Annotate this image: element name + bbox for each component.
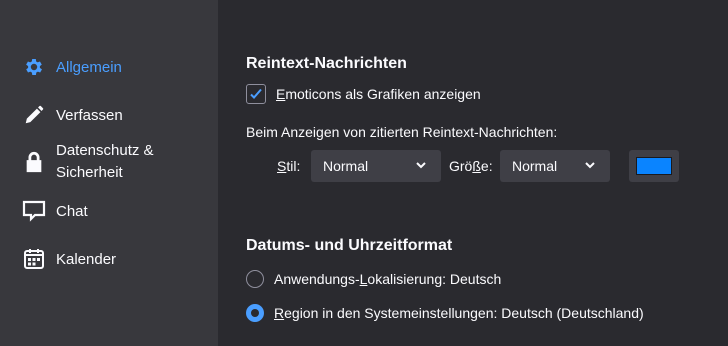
style-label: Stil:: [277, 158, 301, 174]
sidebar-item-label: Allgemein: [56, 58, 122, 76]
size-label: Größe:: [449, 158, 493, 174]
sidebar-item-calendar[interactable]: Kalender: [22, 247, 116, 271]
check-icon: [250, 88, 262, 99]
chevron-down-icon: [416, 162, 426, 169]
sidebar-item-compose[interactable]: Verfassen: [22, 103, 123, 127]
pencil-icon: [22, 103, 46, 127]
section-title-datetime: Datums- und Uhrzeitformat: [246, 237, 453, 254]
calendar-icon: [22, 247, 46, 271]
size-select[interactable]: Normal: [500, 150, 610, 182]
sidebar-item-label: Kalender: [56, 250, 117, 268]
style-select[interactable]: Normal: [311, 150, 441, 182]
main-content: Reintext-Nachrichten Emoticons als Grafi…: [218, 0, 728, 346]
sidebar-item-privacy[interactable]: Datenschutz & Sicherheit: [22, 140, 154, 184]
section-title-plaintext: Reintext-Nachrichten: [246, 55, 407, 72]
locale-region-label: Region in den Systemeinstellungen: Deuts…: [274, 305, 644, 321]
sidebar-item-chat[interactable]: Chat: [22, 199, 88, 223]
color-swatch: [636, 157, 672, 175]
chevron-down-icon: [585, 162, 595, 169]
sidebar: Allgemein Verfassen Datenschutz & Sicher…: [0, 0, 218, 346]
size-select-value: Normal: [512, 158, 558, 174]
gear-icon: [22, 55, 46, 79]
locale-region-option[interactable]: Region in den Systemeinstellungen: Deuts…: [246, 304, 644, 322]
quoted-messages-label: Beim Anzeigen von zitierten Reintext-Nac…: [246, 124, 558, 140]
emoticons-checkbox[interactable]: [246, 84, 266, 104]
sidebar-item-label-2: Sicherheit: [56, 164, 123, 181]
sidebar-item-label: Datenschutz &: [56, 142, 154, 159]
locale-region-radio[interactable]: [246, 304, 264, 322]
locale-app-radio[interactable]: [246, 270, 264, 288]
locale-app-option[interactable]: Anwendungs-Lokalisierung: Deutsch: [246, 270, 501, 288]
quote-color-button[interactable]: [629, 150, 679, 182]
locale-app-label: Anwendungs-Lokalisierung: Deutsch: [274, 271, 502, 287]
emoticons-option[interactable]: Emoticons als Grafiken anzeigen: [246, 84, 481, 104]
sidebar-item-label: Verfassen: [56, 106, 123, 124]
style-select-value: Normal: [323, 158, 369, 174]
lock-icon: [22, 150, 46, 174]
emoticons-label: Emoticons als Grafiken anzeigen: [276, 86, 481, 102]
sidebar-item-label: Chat: [56, 202, 88, 220]
chat-icon: [22, 199, 46, 223]
sidebar-item-general[interactable]: Allgemein: [22, 55, 122, 79]
